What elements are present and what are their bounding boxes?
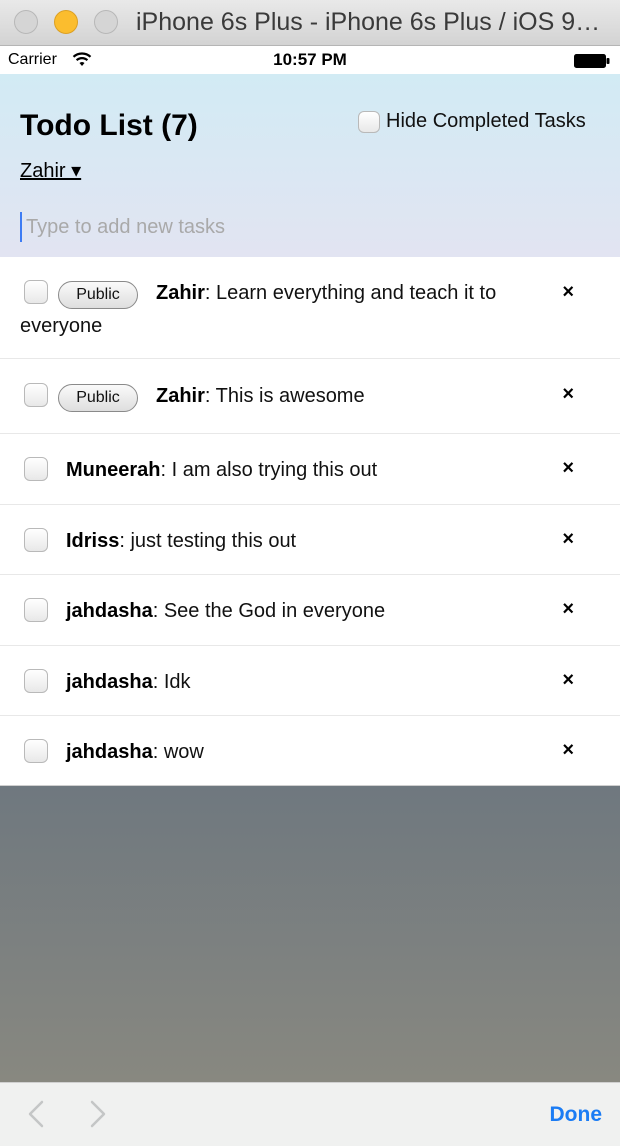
task-username: jahdasha — [66, 671, 153, 693]
window-title: iPhone 6s Plus - iPhone 6s Plus / iOS 9.… — [136, 8, 606, 36]
task-text: jahdasha: See the God in everyone — [66, 595, 385, 628]
task-row: Public Zahir: Learn everything and teach… — [0, 257, 620, 359]
user-select-dropdown[interactable]: Zahir ▾ — [20, 158, 81, 183]
window-minimize-button[interactable] — [54, 10, 78, 34]
task-username: Idriss — [66, 530, 120, 552]
task-row: jahdasha: wow × — [0, 716, 620, 786]
delete-task-button[interactable]: × — [562, 598, 574, 621]
delete-task-button[interactable]: × — [562, 739, 574, 762]
new-task-input[interactable] — [20, 212, 586, 242]
page-background — [0, 786, 620, 1082]
task-text: jahdasha: Idk — [66, 666, 191, 699]
task-row: jahdasha: Idk × — [0, 646, 620, 716]
task-row: jahdasha: See the God in everyone × — [0, 575, 620, 646]
chevron-left-icon[interactable] — [26, 1099, 46, 1129]
chevron-right-icon[interactable] — [88, 1099, 108, 1129]
task-username: Zahir — [156, 282, 205, 304]
task-description: : wow — [152, 741, 204, 763]
task-text: Idriss: just testing this out — [66, 525, 296, 558]
task-checkbox[interactable] — [24, 528, 48, 552]
app-header: Todo List (7) Hide Completed Tasks Zahir… — [0, 74, 620, 257]
task-description: : just testing this out — [119, 530, 297, 552]
task-checkbox[interactable] — [24, 669, 48, 693]
window-close-button[interactable] — [14, 10, 38, 34]
task-row: Idriss: just testing this out × — [0, 505, 620, 575]
task-checkbox[interactable] — [24, 739, 48, 763]
delete-task-button[interactable]: × — [562, 528, 574, 551]
task-list: Public Zahir: Learn everything and teach… — [0, 257, 620, 786]
task-text: Muneerah: I am also trying this out — [66, 454, 377, 487]
task-description: : I am also trying this out — [160, 459, 378, 481]
task-checkbox[interactable] — [24, 457, 48, 481]
done-button[interactable]: Done — [550, 1103, 603, 1127]
task-row: Muneerah: I am also trying this out × — [0, 434, 620, 505]
simulator-title-bar: iPhone 6s Plus - iPhone 6s Plus / iOS 9.… — [0, 0, 620, 46]
task-username: jahdasha — [66, 600, 153, 622]
task-row: Public Zahir: This is awesome × — [0, 359, 620, 434]
hide-completed-checkbox[interactable] — [358, 110, 380, 133]
task-description: : See the God in everyone — [152, 600, 386, 622]
task-text: jahdasha: wow — [66, 736, 204, 769]
hide-completed-label: Hide Completed Tasks — [386, 110, 586, 132]
page-title: Todo List (7) — [20, 109, 198, 142]
delete-task-button[interactable]: × — [562, 281, 574, 304]
task-checkbox[interactable] — [24, 383, 48, 407]
delete-task-button[interactable]: × — [562, 669, 574, 692]
task-description: : Learn everything and teach it to every… — [20, 282, 497, 337]
bottom-toolbar: Done — [0, 1082, 620, 1146]
public-toggle-button[interactable]: Public — [58, 384, 138, 412]
window-zoom-button[interactable] — [94, 10, 118, 34]
task-checkbox[interactable] — [24, 598, 48, 622]
task-text: Zahir: Learn everything and teach it to … — [20, 277, 540, 343]
status-time: 10:57 PM — [273, 50, 347, 69]
task-username: jahdasha — [66, 741, 153, 763]
task-username: Muneerah — [66, 459, 161, 481]
task-username: Zahir — [156, 385, 205, 407]
ios-status-bar: Carrier 10:57 PM — [0, 46, 620, 74]
delete-task-button[interactable]: × — [562, 457, 574, 480]
task-description: : Idk — [152, 671, 191, 693]
task-text: Zahir: This is awesome — [156, 380, 365, 413]
delete-task-button[interactable]: × — [562, 383, 574, 406]
hide-completed-toggle[interactable]: Hide Completed Tasks — [358, 110, 586, 133]
battery-icon — [574, 54, 610, 68]
task-description: : This is awesome — [204, 385, 365, 407]
